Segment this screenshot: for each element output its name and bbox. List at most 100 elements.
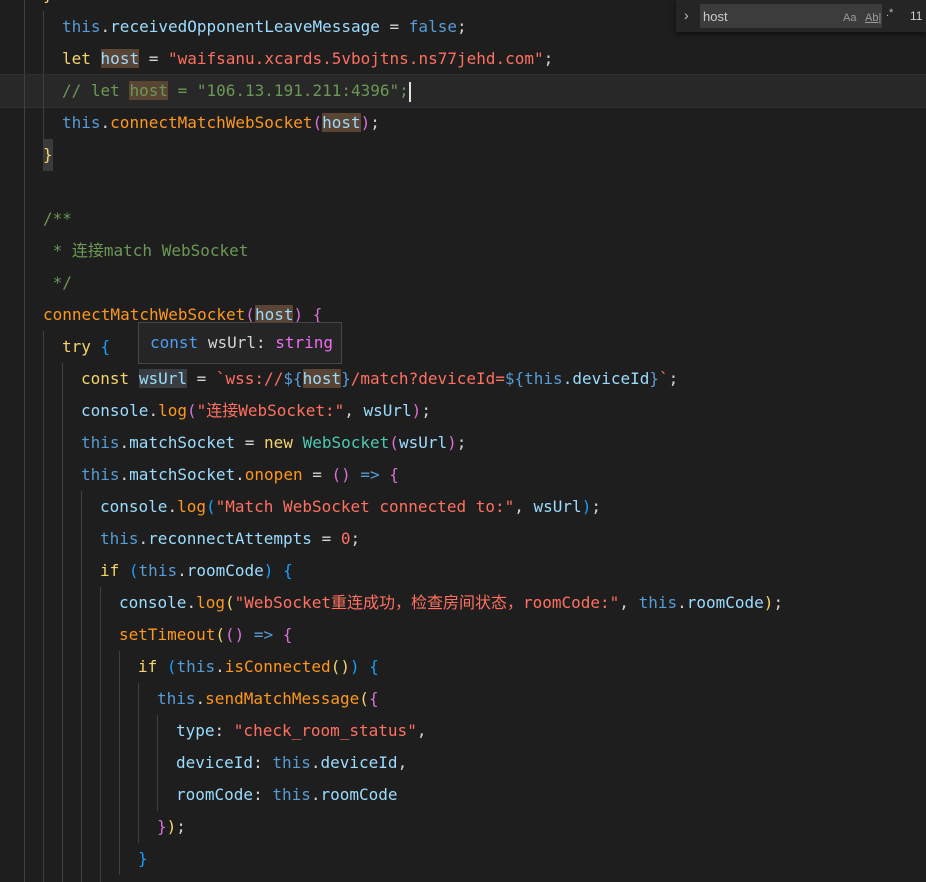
code-token: = xyxy=(379,17,409,36)
comment-token: /** xyxy=(43,209,72,228)
code-token: "Match WebSocket connected to:" xyxy=(215,497,515,516)
code-line: this.matchSocket.onopen = () => { xyxy=(0,459,926,491)
code-token: matchSocket xyxy=(129,465,236,484)
tooltip-colon: : xyxy=(255,333,266,352)
code-token: "check_room_status" xyxy=(233,721,417,740)
search-match: host xyxy=(129,81,168,100)
code-token: wsUrl xyxy=(533,497,582,516)
code-line: this.connectMatchWebSocket(host); xyxy=(0,107,926,139)
code-token: log xyxy=(158,401,187,420)
code-token: log xyxy=(177,497,206,516)
code-line: let host = "waifsanu.xcards.5vbojtns.ns7… xyxy=(0,43,926,75)
code-token: roomCode xyxy=(176,785,254,804)
code-token: this xyxy=(62,17,101,36)
code-token: this xyxy=(100,529,139,548)
whole-word-icon[interactable]: Ab| xyxy=(865,12,881,24)
code-line: */ xyxy=(0,267,926,299)
code-line: deviceId: this.deviceId, xyxy=(0,747,926,779)
code-token: console xyxy=(81,401,149,420)
code-line: } xyxy=(0,139,926,171)
code-token: this xyxy=(272,753,311,772)
code-line: console.log("WebSocket重连成功，检查房间状态，roomCo… xyxy=(0,587,926,619)
search-match: host xyxy=(302,369,342,388)
code-token: roomCode xyxy=(320,785,398,804)
code-line: const wsUrl = `wss://${host}/match?devic… xyxy=(0,363,926,395)
code-token: `wss:// xyxy=(215,369,284,388)
code-token: wsUrl xyxy=(363,401,412,420)
code-token: sendMatchMessage xyxy=(205,689,360,708)
code-token: this xyxy=(138,561,178,580)
code-token: } xyxy=(649,369,660,388)
code-token: wsUrl xyxy=(398,433,448,452)
code-token: reconnectAttempts xyxy=(148,529,312,548)
match-case-icon[interactable]: Aa xyxy=(843,12,856,24)
code-token: if xyxy=(100,561,120,580)
code-token: isConnected xyxy=(224,657,331,676)
code-token: this xyxy=(157,689,196,708)
code-token: console xyxy=(100,497,168,516)
code-line: this.reconnectAttempts = 0; xyxy=(0,523,926,555)
hovered-token[interactable]: wsUrl xyxy=(138,369,187,388)
code-token: onopen xyxy=(244,465,303,484)
comment-token: = "106.13.191.211:4396"; xyxy=(167,81,409,100)
code-token: connectMatchWebSocket xyxy=(110,113,313,132)
code-token: matchSocket xyxy=(129,433,236,452)
code-token: let xyxy=(62,49,91,68)
code-line: roomCode: this.roomCode xyxy=(0,779,926,811)
comment-token: * 连接match WebSocket xyxy=(43,241,249,260)
code-line: } xyxy=(0,843,926,875)
code-line: setTimeout(() => { xyxy=(0,619,926,651)
code-token: ` xyxy=(659,369,669,388)
code-token: console xyxy=(119,593,187,612)
code-line: console.log("连接WebSocket:", wsUrl); xyxy=(0,395,926,427)
tooltip-keyword: const xyxy=(150,333,199,352)
search-match: host xyxy=(100,49,140,68)
code-line: * 连接match WebSocket xyxy=(0,235,926,267)
find-input[interactable]: host Aa Ab| xyxy=(700,4,882,28)
code-token: this xyxy=(81,465,120,484)
code-line: type: "check_room_status", xyxy=(0,715,926,747)
code-editor[interactable]: } this.receivedOpponentLeaveMessage = fa… xyxy=(0,0,926,882)
code-token: } xyxy=(138,849,148,868)
code-line: if (this.isConnected()) { xyxy=(0,651,926,683)
code-token: this xyxy=(272,785,311,804)
code-token: . xyxy=(100,17,111,36)
code-line: console.log("Match WebSocket connected t… xyxy=(0,491,926,523)
current-line: // let host = "106.13.191.211:4396"; xyxy=(0,74,926,108)
code-line xyxy=(0,875,926,882)
code-token: const xyxy=(81,369,130,388)
code-token: type xyxy=(176,721,215,740)
tooltip-type: string xyxy=(275,333,334,352)
code-line: if (this.roomCode) { xyxy=(0,555,926,587)
code-token: 0 xyxy=(340,529,351,548)
code-token: log xyxy=(196,593,225,612)
hover-tooltip: const wsUrl: string xyxy=(138,322,342,364)
code-token: /match?deviceId= xyxy=(350,369,505,388)
regex-icon[interactable]: .* xyxy=(886,7,893,19)
code-token: "waifsanu.xcards.5vbojtns.ns77jehd.com" xyxy=(167,49,544,68)
find-widget: › host Aa Ab| .* 11 xyxy=(676,0,926,32)
code-token: "WebSocket重连成功，检查房间状态，roomCode:" xyxy=(234,593,620,612)
code-token: this xyxy=(176,657,216,676)
code-token: ${ xyxy=(504,369,525,388)
code-token: "连接WebSocket:" xyxy=(196,401,345,420)
code-line: this.matchSocket = new WebSocket(wsUrl); xyxy=(0,427,926,459)
code-token: false xyxy=(408,17,457,36)
code-token: this xyxy=(524,369,563,388)
code-line: /** xyxy=(0,203,926,235)
code-token: roomCode xyxy=(686,593,764,612)
find-input-value: host xyxy=(703,9,728,24)
tooltip-name: wsUrl xyxy=(207,333,256,352)
comment-token: // let xyxy=(62,81,130,100)
code-token: ${ xyxy=(283,369,303,388)
find-result-count: 11 xyxy=(910,9,923,23)
search-match: host xyxy=(322,113,361,132)
code-token: setTimeout xyxy=(119,625,216,644)
code-token: .deviceId xyxy=(562,369,650,388)
code-token: roomCode xyxy=(186,561,264,580)
code-line: }); xyxy=(0,811,926,843)
chevron-right-icon[interactable]: › xyxy=(684,8,698,22)
text-cursor xyxy=(408,81,411,102)
code-token: this xyxy=(81,433,120,452)
code-token: this xyxy=(62,113,101,132)
